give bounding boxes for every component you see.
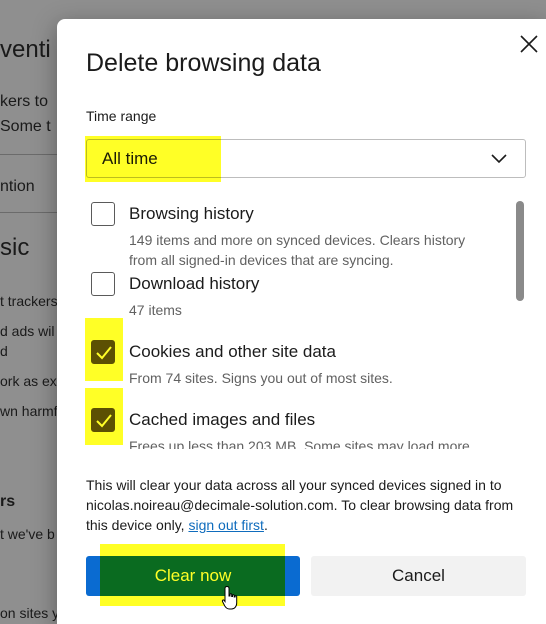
bg-divider	[0, 212, 60, 213]
checkmark-icon	[96, 414, 112, 428]
option-description: From 74 sites. Signs you out of most sit…	[129, 370, 393, 386]
bg-text-fragment: d ads wil	[0, 323, 55, 339]
bg-text-fragment: Some t	[0, 118, 51, 135]
bg-text-fragment: kers to	[0, 93, 49, 110]
checkbox[interactable]	[91, 202, 115, 226]
option-browsing-history[interactable]: Browsing history 149 items and more on s…	[86, 197, 526, 268]
cancel-button[interactable]: Cancel	[311, 556, 526, 596]
bg-text-fragment: wn harmf	[0, 403, 58, 419]
option-download-history[interactable]: Download history 47 items	[86, 267, 526, 318]
option-description: 149 items and more on synced devices. Cl…	[129, 232, 466, 268]
bg-text-fragment: t trackers	[0, 293, 58, 309]
bg-subheading-fragment: rs	[0, 493, 16, 510]
bg-text-fragment: ntion	[0, 178, 35, 195]
clear-now-button[interactable]: Clear now	[86, 556, 300, 596]
time-range-value: All time	[102, 149, 158, 168]
option-title: Cookies and other site data	[129, 342, 336, 361]
sync-note: This will clear your data across all you…	[86, 475, 526, 535]
dialog-title: Delete browsing data	[86, 49, 321, 77]
option-description: 47 items	[129, 302, 182, 318]
bg-text-fragment: ork as exp	[0, 373, 65, 389]
close-icon[interactable]	[518, 33, 540, 55]
checkmark-icon	[96, 346, 112, 360]
options-scrollbar[interactable]	[516, 201, 524, 301]
option-description: Frees up less than 203 MB. Some sites ma…	[129, 438, 470, 449]
time-range-label: Time range	[86, 108, 157, 124]
time-range-dropdown[interactable]: All time	[86, 139, 526, 178]
option-title: Cached images and files	[129, 410, 316, 429]
option-title: Browsing history	[129, 204, 254, 223]
bg-heading-fragment: venti	[0, 36, 51, 63]
bg-divider	[0, 154, 60, 155]
sign-out-link[interactable]: sign out first	[188, 517, 263, 533]
sync-note-text: This will clear your data across all you…	[86, 477, 514, 533]
bg-text-fragment: d	[0, 343, 8, 359]
data-options-list: Browsing history 149 items and more on s…	[86, 197, 526, 449]
bg-text-fragment: t we've b	[0, 526, 55, 542]
option-cookies[interactable]: Cookies and other site data From 74 site…	[86, 335, 526, 395]
checkbox-checked[interactable]	[91, 340, 115, 364]
option-cached-images[interactable]: Cached images and files Frees up less th…	[86, 403, 526, 449]
bg-text-fragment: on sites y	[0, 605, 60, 621]
chevron-down-icon	[491, 154, 507, 164]
sync-note-suffix: .	[263, 517, 268, 533]
checkbox[interactable]	[91, 272, 115, 296]
bg-heading-fragment: sic	[0, 234, 30, 261]
checkbox-checked[interactable]	[91, 408, 115, 432]
delete-browsing-data-dialog: Delete browsing data Time range All time…	[57, 19, 546, 624]
option-title: Download history	[129, 274, 260, 293]
